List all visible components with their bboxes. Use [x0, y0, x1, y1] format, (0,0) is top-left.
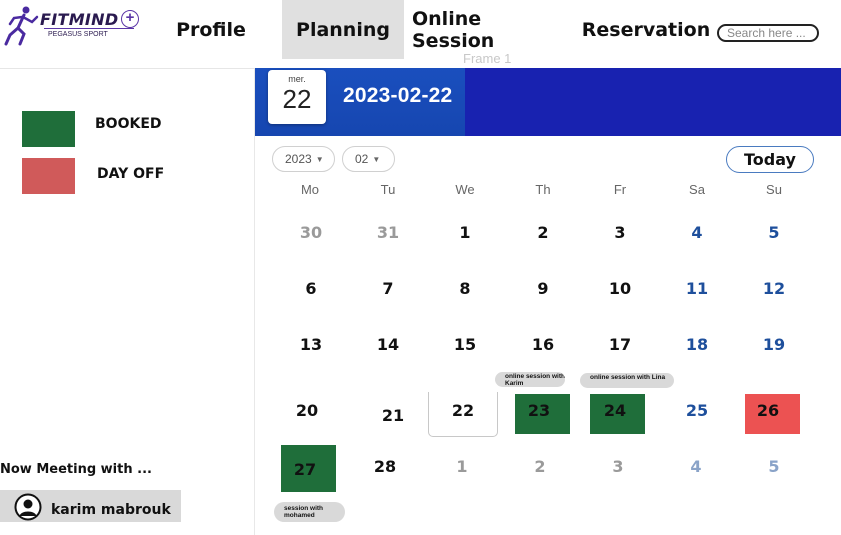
- brand-tagline: PEGASUS SPORT: [48, 31, 108, 38]
- day-cell[interactable]: 31: [358, 223, 418, 242]
- day-cell-today[interactable]: 22: [433, 401, 493, 420]
- legend-day-off-label: DAY OFF: [97, 166, 165, 182]
- day-cell[interactable]: 4: [667, 223, 727, 242]
- day-cell[interactable]: 5: [744, 223, 804, 242]
- weekday-su: Su: [766, 182, 782, 197]
- day-cell-day-off[interactable]: 26: [738, 401, 798, 420]
- day-cell[interactable]: 3: [588, 457, 648, 476]
- day-cell-booked[interactable]: 23: [509, 401, 569, 420]
- day-cell[interactable]: 10: [590, 279, 650, 298]
- day-cell[interactable]: 3: [590, 223, 650, 242]
- day-cell-booked[interactable]: 24: [585, 401, 645, 420]
- day-cell[interactable]: 4: [666, 457, 726, 476]
- day-cell[interactable]: 1: [435, 223, 495, 242]
- nav-profile[interactable]: Profile: [170, 0, 252, 59]
- day-cell[interactable]: 6: [281, 279, 341, 298]
- fitmind-logo[interactable]: FITMIND + PEGASUS SPORT: [4, 4, 144, 48]
- meeting-title: Now Meeting with ...: [0, 462, 152, 477]
- selected-date: 2023-02-22: [343, 84, 453, 107]
- day-cell[interactable]: 21: [363, 406, 423, 425]
- user-avatar-icon: [14, 493, 42, 521]
- legend-day-off-swatch: [22, 158, 75, 194]
- nav-reservation[interactable]: Reservation: [582, 0, 710, 59]
- meeting-user-card[interactable]: karim mabrouk: [0, 490, 181, 522]
- weekday-sa: Sa: [689, 182, 705, 197]
- legend-booked-swatch: [22, 111, 75, 147]
- meeting-user-name: karim mabrouk: [51, 502, 171, 518]
- selected-weekday: mer.: [288, 74, 306, 84]
- day-cell[interactable]: 13: [281, 335, 341, 354]
- session-tag-lina[interactable]: online session with Lina: [580, 373, 674, 388]
- year-value: 2023: [285, 152, 312, 166]
- brand-underline: [44, 28, 134, 29]
- day-cell[interactable]: 2: [510, 457, 570, 476]
- day-cell[interactable]: 1: [432, 457, 492, 476]
- header-divider: [0, 68, 254, 69]
- day-cell[interactable]: 18: [667, 335, 727, 354]
- nav-planning[interactable]: Planning: [282, 0, 404, 59]
- session-tag-mohamed[interactable]: session with mohamed: [274, 502, 345, 522]
- day-cell[interactable]: 25: [667, 401, 727, 420]
- today-button[interactable]: Today: [726, 146, 814, 173]
- brand-name: FITMIND: [40, 10, 119, 29]
- legend-booked-label: BOOKED: [95, 116, 162, 132]
- day-cell-booked[interactable]: 27: [275, 460, 335, 479]
- month-value: 02: [355, 152, 369, 166]
- day-cell[interactable]: 28: [355, 457, 415, 476]
- day-cell[interactable]: 17: [590, 335, 650, 354]
- day-cell[interactable]: 30: [281, 223, 341, 242]
- day-cell[interactable]: 2: [513, 223, 573, 242]
- calendar-panel: mer. 22 2023-02-22 2023 ▼ 02 ▼ Today Mo …: [254, 68, 841, 535]
- weekday-mo: Mo: [300, 182, 320, 197]
- chevron-down-icon: ▼: [372, 154, 381, 164]
- day-cell[interactable]: 14: [358, 335, 418, 354]
- day-cell[interactable]: 12: [744, 279, 804, 298]
- weekday-we: We: [455, 182, 475, 197]
- search-input[interactable]: [717, 24, 819, 42]
- weekday-th: Th: [535, 182, 551, 197]
- selected-date-card: mer. 22: [268, 70, 326, 124]
- weekday-tu: Tu: [380, 182, 396, 197]
- year-select[interactable]: 2023 ▼: [272, 146, 335, 172]
- chevron-down-icon: ▼: [315, 154, 324, 164]
- day-cell[interactable]: 5: [744, 457, 804, 476]
- day-cell[interactable]: 8: [435, 279, 495, 298]
- frame-label: Frame 1: [463, 51, 512, 66]
- day-cell[interactable]: 15: [435, 335, 495, 354]
- day-cell[interactable]: 19: [744, 335, 804, 354]
- session-tag-karim[interactable]: online session with Karim: [495, 372, 565, 387]
- month-select[interactable]: 02 ▼: [342, 146, 395, 172]
- day-cell[interactable]: 11: [667, 279, 727, 298]
- day-cell[interactable]: 16: [513, 335, 573, 354]
- plus-icon: +: [121, 10, 139, 28]
- runner-icon: [4, 6, 39, 46]
- selected-day: 22: [282, 84, 312, 114]
- day-cell[interactable]: 9: [513, 279, 573, 298]
- weekday-fr: Fr: [613, 182, 627, 197]
- day-cell[interactable]: 7: [358, 279, 418, 298]
- day-cell[interactable]: 20: [277, 401, 337, 420]
